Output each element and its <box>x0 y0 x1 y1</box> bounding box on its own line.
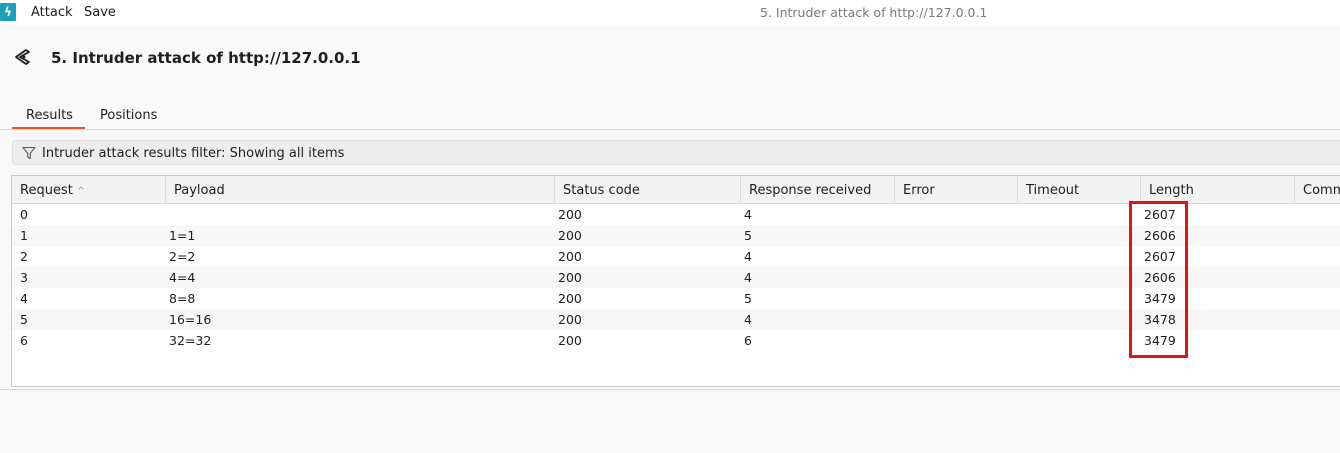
table-header: Request ^ Payload Status code Response re… <box>12 176 1340 204</box>
column-header-response-received[interactable]: Response received <box>741 176 895 204</box>
table-row[interactable]: 2 2=2 200 4 2607 <box>12 246 1340 267</box>
column-header-comment[interactable]: Comme <box>1295 176 1340 204</box>
cell-payload: 32=32 <box>169 333 212 348</box>
cell-status: 200 <box>558 228 582 243</box>
sort-ascending-icon: ^ <box>76 186 86 197</box>
cell-response: 4 <box>744 270 752 285</box>
active-tab-indicator <box>12 127 85 129</box>
column-header-timeout[interactable]: Timeout <box>1018 176 1141 204</box>
cell-payload: 2=2 <box>169 249 196 264</box>
menu-attack[interactable]: Attack <box>31 5 73 20</box>
filter-text: Intruder attack results filter: Showing … <box>42 146 345 161</box>
menu-bar: ϟ Attack Save 5. Intruder attack of http… <box>0 0 1340 26</box>
table-row[interactable]: 0 200 4 2607 <box>12 204 1340 225</box>
cell-length: 3479 <box>1144 333 1176 348</box>
cell-payload: 4=4 <box>169 270 196 285</box>
cell-request: 6 <box>20 333 28 348</box>
cell-status: 200 <box>558 207 582 222</box>
cell-status: 200 <box>558 333 582 348</box>
cell-status: 200 <box>558 270 582 285</box>
cell-response: 6 <box>744 333 752 348</box>
cell-request: 1 <box>20 228 28 243</box>
table-row[interactable]: 4 8=8 200 5 3479 <box>12 288 1340 309</box>
results-table: Request ^ Payload Status code Response re… <box>11 175 1340 387</box>
cell-length: 3478 <box>1144 312 1176 327</box>
intruder-target-icon <box>15 49 30 65</box>
column-header-length[interactable]: Length <box>1141 176 1295 204</box>
burp-logo-icon: ϟ <box>0 3 16 21</box>
cell-response: 5 <box>744 291 752 306</box>
cell-response: 4 <box>744 312 752 327</box>
cell-response: 4 <box>744 207 752 222</box>
window-title: 5. Intruder attack of http://127.0.0.1 <box>760 5 988 20</box>
cell-length: 2606 <box>1144 270 1176 285</box>
column-header-error[interactable]: Error <box>895 176 1018 204</box>
tab-bar: Results Positions <box>0 104 1340 130</box>
cell-payload: 8=8 <box>169 291 196 306</box>
cell-request: 2 <box>20 249 28 264</box>
cell-status: 200 <box>558 291 582 306</box>
cell-payload: 1=1 <box>169 228 196 243</box>
results-filter-bar[interactable]: Intruder attack results filter: Showing … <box>12 140 1340 165</box>
cell-request: 3 <box>20 270 28 285</box>
cell-response: 5 <box>744 228 752 243</box>
menu-save[interactable]: Save <box>84 5 116 20</box>
table-row[interactable]: 5 16=16 200 4 3478 <box>12 309 1340 330</box>
cell-length: 3479 <box>1144 291 1176 306</box>
cell-request: 4 <box>20 291 28 306</box>
cell-status: 200 <box>558 249 582 264</box>
cell-request: 0 <box>20 207 28 222</box>
column-header-request[interactable]: Request ^ <box>12 176 166 204</box>
cell-status: 200 <box>558 312 582 327</box>
tab-positions[interactable]: Positions <box>100 108 157 123</box>
cell-length: 2606 <box>1144 228 1176 243</box>
cell-request: 5 <box>20 312 28 327</box>
table-row[interactable]: 6 32=32 200 6 3479 <box>12 330 1340 351</box>
cell-response: 4 <box>744 249 752 264</box>
tab-results[interactable]: Results <box>26 108 73 123</box>
column-header-status-code[interactable]: Status code <box>555 176 741 204</box>
column-header-payload[interactable]: Payload <box>166 176 555 204</box>
cell-length: 2607 <box>1144 249 1176 264</box>
table-row[interactable]: 1 1=1 200 5 2606 <box>12 225 1340 246</box>
divider <box>0 389 1340 390</box>
cell-payload: 16=16 <box>169 312 212 327</box>
table-row[interactable]: 3 4=4 200 4 2606 <box>12 267 1340 288</box>
cell-length: 2607 <box>1144 207 1176 222</box>
filter-funnel-icon <box>22 146 36 160</box>
page-title: 5. Intruder attack of http://127.0.0.1 <box>51 49 361 67</box>
